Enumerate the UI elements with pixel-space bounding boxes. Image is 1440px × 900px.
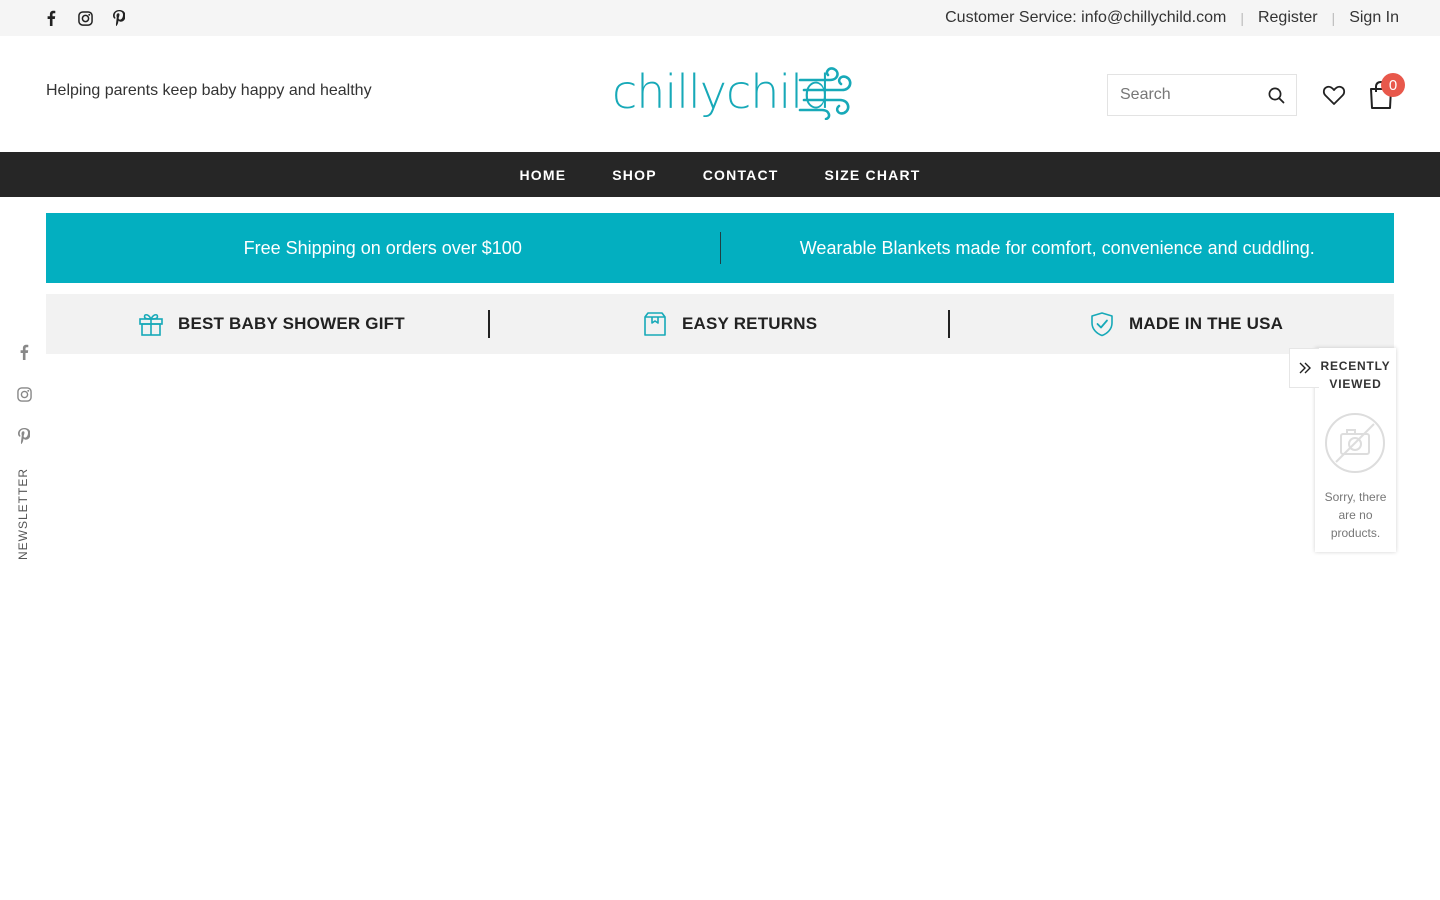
divider: | xyxy=(1331,10,1336,26)
nav-item-contact[interactable]: CONTACT xyxy=(703,167,779,183)
feature-label: MADE IN THE USA xyxy=(1129,314,1284,333)
recently-viewed-panel: RECENTLY VIEWED Sorry, there are no prod… xyxy=(1315,348,1396,552)
feature-label: BEST BABY SHOWER GIFT xyxy=(178,314,405,333)
search-box xyxy=(1107,74,1297,116)
feature-divider xyxy=(948,310,950,338)
recently-viewed-title: RECENTLY VIEWED xyxy=(1320,359,1391,391)
top-bar: Customer Service: info@chillychild.com |… xyxy=(0,0,1440,36)
cart-count-badge: 0 xyxy=(1381,73,1405,97)
search-input[interactable] xyxy=(1108,76,1256,114)
customer-service-text: Customer Service: info@chillychild.com xyxy=(945,9,1227,26)
promo-wearable-blankets: Wearable Blankets made for comfort, conv… xyxy=(799,237,1315,258)
feature-item: EASY RETURNS xyxy=(642,294,817,354)
newsletter-tab[interactable]: NEWSLETTER xyxy=(16,468,30,560)
feature-item: MADE IN THE USA xyxy=(1089,294,1283,354)
register-link[interactable]: Register xyxy=(1258,9,1318,27)
topbar-account-links: Customer Service: info@chillychild.com |… xyxy=(945,0,1399,36)
heart-icon[interactable] xyxy=(1322,83,1346,107)
shield-check-icon xyxy=(1091,312,1113,337)
recently-viewed-toggle[interactable] xyxy=(1289,348,1319,388)
feature-item: BEST BABY SHOWER GIFT xyxy=(138,294,405,354)
double-chevron-right-icon xyxy=(1299,362,1311,374)
gift-icon xyxy=(139,313,163,336)
sign-in-link[interactable]: Sign In xyxy=(1349,9,1399,27)
side-social-links xyxy=(14,342,34,468)
instagram-icon[interactable] xyxy=(14,384,34,404)
facebook-icon[interactable] xyxy=(14,342,34,362)
recently-viewed-empty-message: Sorry, there are no products. xyxy=(1324,490,1387,540)
nav-item-shop[interactable]: SHOP xyxy=(612,167,656,183)
promo-banner: Free Shipping on orders over $100 Wearab… xyxy=(46,213,1394,283)
features-bar: BEST BABY SHOWER GIFT EASY RETURNS MADE … xyxy=(46,294,1394,354)
pinterest-icon[interactable] xyxy=(14,426,34,446)
box-icon xyxy=(644,312,666,336)
tagline: Helping parents keep baby happy and heal… xyxy=(46,82,372,99)
promo-free-shipping: Free Shipping on orders over $100 xyxy=(243,237,522,258)
logo[interactable]: chillychild xyxy=(612,60,856,124)
feature-divider xyxy=(488,310,490,338)
search-icon[interactable] xyxy=(1256,75,1296,115)
wind-swirl-icon xyxy=(798,67,852,120)
topbar-social-links xyxy=(42,9,128,27)
instagram-icon[interactable] xyxy=(76,9,94,27)
nav-item-size-chart[interactable]: SIZE CHART xyxy=(825,167,921,183)
feature-label: EASY RETURNS xyxy=(682,314,818,333)
divider: | xyxy=(1240,10,1244,26)
main-nav: HOME SHOP CONTACT SIZE CHART xyxy=(0,152,1440,197)
site-header: Helping parents keep baby happy and heal… xyxy=(0,36,1440,152)
nav-item-home[interactable]: HOME xyxy=(519,167,566,183)
facebook-icon[interactable] xyxy=(42,9,60,27)
pinterest-icon[interactable] xyxy=(110,9,128,27)
no-image-icon xyxy=(1325,413,1385,473)
